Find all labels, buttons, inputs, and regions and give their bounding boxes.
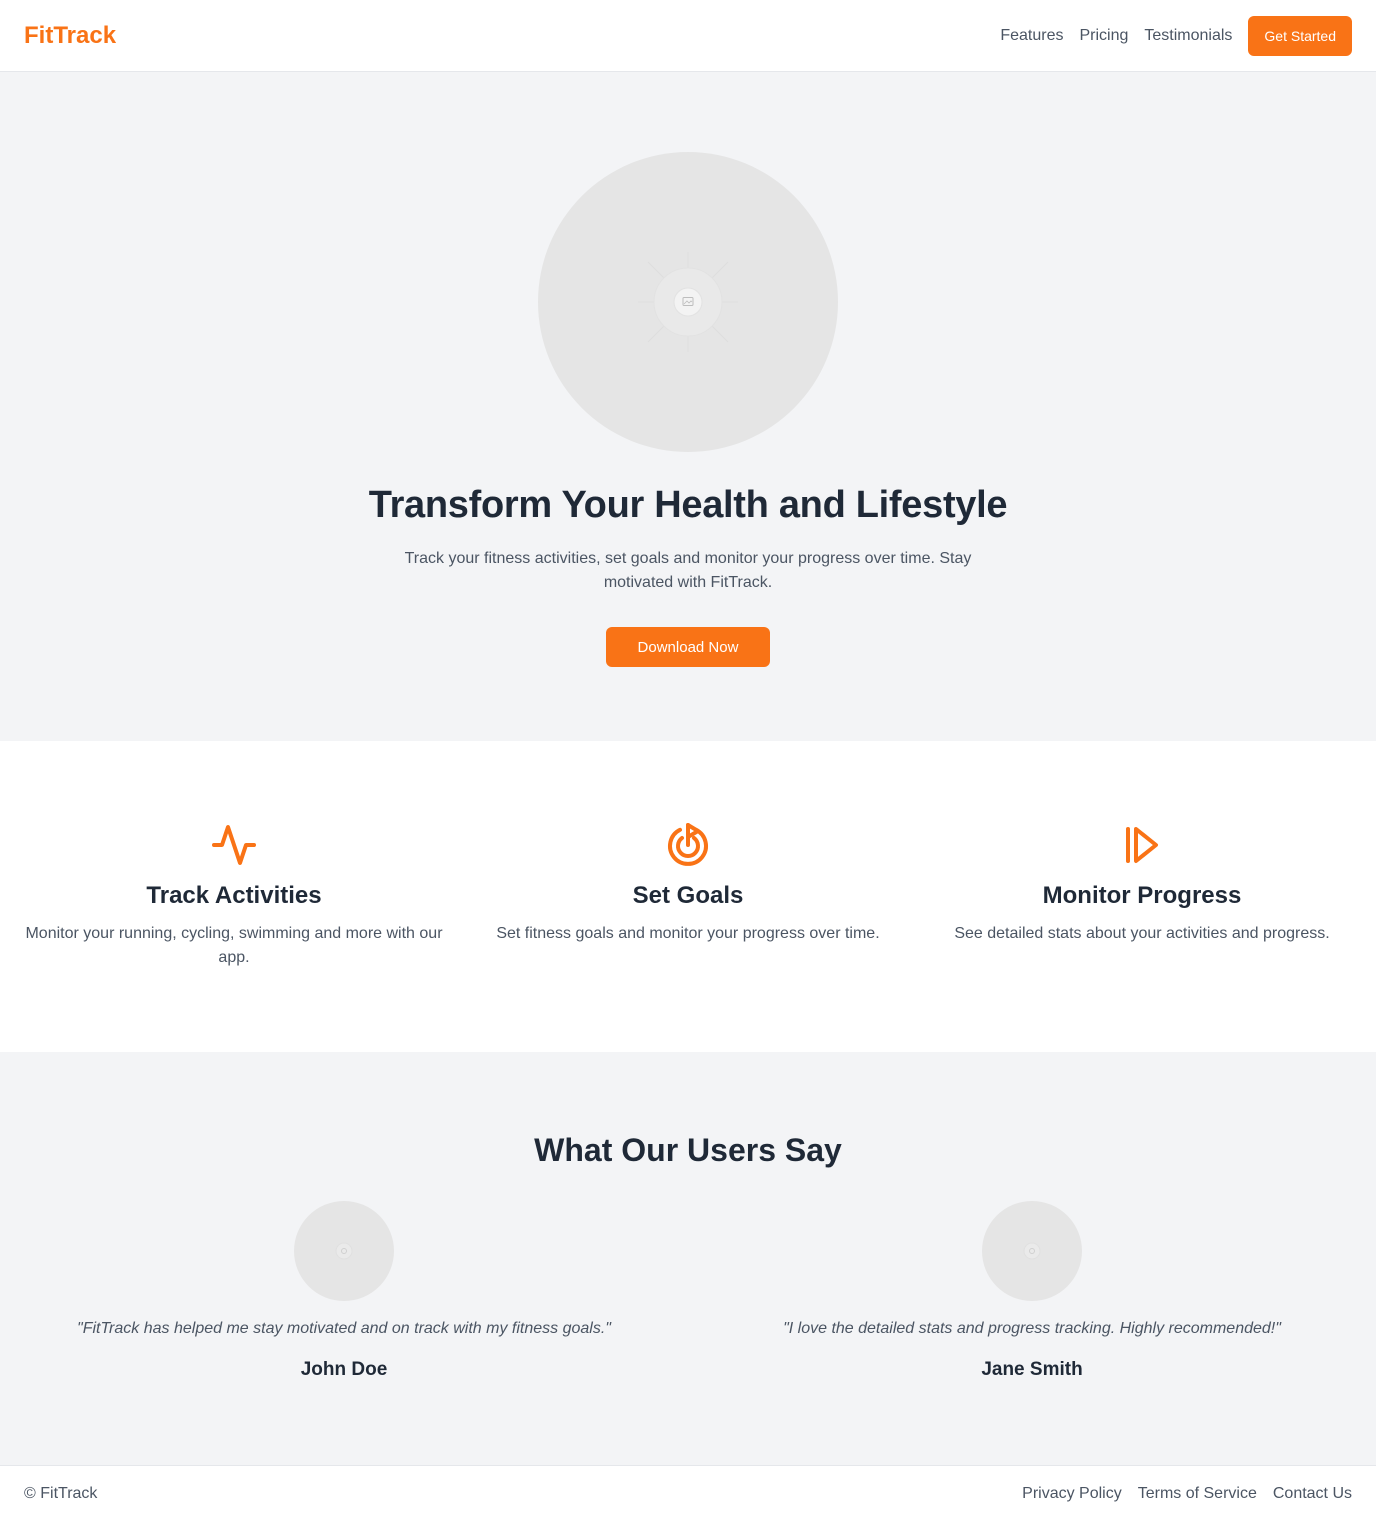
nav-link-testimonials[interactable]: Testimonials [1144, 27, 1232, 45]
testimonials-section: What Our Users Say "FitTrack has helped … [0, 1052, 1376, 1465]
site-footer: © FitTrack Privacy Policy Terms of Servi… [0, 1465, 1376, 1522]
avatar-placeholder-icon [1023, 1242, 1041, 1260]
feature-description: See detailed stats about your activities… [954, 925, 1330, 942]
testimonials-title: What Our Users Say [534, 1132, 842, 1168]
site-header: FitTrack Features Pricing Testimonials G… [0, 0, 1376, 72]
target-goal-icon [664, 821, 712, 869]
footer-link-contact-us[interactable]: Contact Us [1273, 1485, 1352, 1503]
feature-description: Monitor your running, cycling, swimming … [25, 925, 443, 966]
testimonial-author: Jane Smith [981, 1359, 1083, 1380]
feature-title: Track Activities [146, 882, 322, 909]
feature-card: Set Goals Set fitness goals and monitor … [478, 821, 898, 1052]
copyright: © FitTrack [24, 1485, 98, 1502]
testimonial-author: John Doe [300, 1359, 388, 1380]
activity-pulse-icon [210, 821, 258, 869]
footer-links: Privacy Policy Terms of Service Contact … [1022, 1485, 1352, 1503]
feature-title: Monitor Progress [1042, 882, 1242, 909]
image-placeholder-icon [638, 252, 738, 352]
footer-link-terms-of-service[interactable]: Terms of Service [1138, 1485, 1257, 1503]
feature-card: Monitor Progress See detailed stats abou… [932, 821, 1352, 1052]
main-nav: Features Pricing Testimonials Get Starte… [1000, 15, 1352, 56]
features-section: Track Activities Monitor your running, c… [0, 741, 1376, 1052]
testimonial-list: "FitTrack has helped me stay motivated a… [0, 1201, 1376, 1381]
testimonial-card: "I love the detailed stats and progress … [712, 1201, 1352, 1381]
skip-forward-icon [1118, 821, 1166, 869]
feature-description: Set fitness goals and monitor your progr… [496, 925, 880, 942]
testimonial-card: "FitTrack has helped me stay motivated a… [24, 1201, 664, 1381]
get-started-button[interactable]: Get Started [1248, 15, 1352, 56]
testimonial-quote: "I love the detailed stats and progress … [783, 1320, 1281, 1337]
download-now-button[interactable]: Download Now [606, 627, 770, 667]
nav-link-pricing[interactable]: Pricing [1079, 27, 1128, 45]
avatar [982, 1201, 1082, 1301]
testimonial-quote: "FitTrack has helped me stay motivated a… [77, 1320, 611, 1337]
hero-title: Transform Your Health and Lifestyle [368, 484, 1008, 526]
hero-image [538, 152, 838, 452]
hero-section: Transform Your Health and Lifestyle Trac… [0, 72, 1376, 741]
feature-title: Set Goals [632, 882, 744, 909]
feature-card: Track Activities Monitor your running, c… [24, 821, 444, 1052]
logo[interactable]: FitTrack [24, 22, 116, 50]
avatar-placeholder-icon [335, 1242, 353, 1260]
avatar [294, 1201, 394, 1301]
nav-link-features[interactable]: Features [1000, 27, 1063, 45]
footer-link-privacy-policy[interactable]: Privacy Policy [1022, 1485, 1122, 1503]
hero-subtitle: Track your fitness activities, set goals… [404, 550, 972, 591]
